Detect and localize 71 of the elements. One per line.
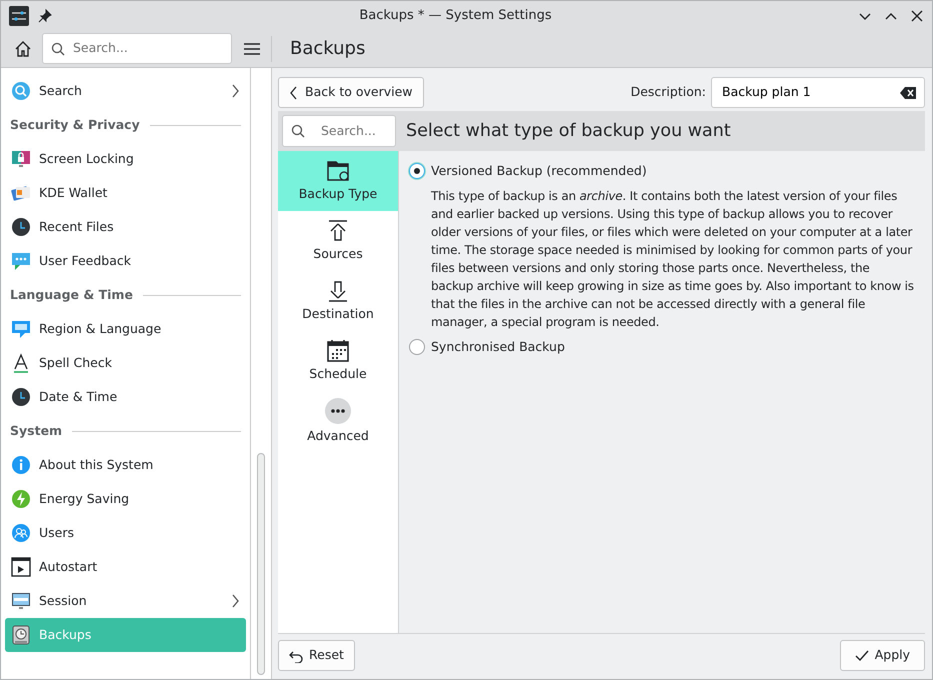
monitor-icon: [11, 591, 31, 611]
option-label[interactable]: Synchronised Backup: [431, 338, 565, 356]
option-label[interactable]: Versioned Backup (recommended): [431, 162, 647, 180]
sidebar-item[interactable]: KDE Wallet: [5, 176, 246, 210]
step-tab[interactable]: Sources: [278, 211, 398, 271]
sidebar-item[interactable]: Date & Time: [5, 380, 246, 414]
more-icon: [324, 396, 352, 425]
step-tab[interactable]: Schedule: [278, 331, 398, 391]
download-icon: [326, 278, 350, 303]
users-icon: [11, 523, 31, 543]
monitor-lock-icon: [11, 149, 31, 169]
chevron-left-icon: [289, 86, 299, 100]
sidebar-item[interactable]: Region & Language: [5, 312, 246, 346]
lightning-icon: [11, 489, 31, 509]
search-icon: [11, 81, 31, 101]
checkmark-icon: [854, 648, 869, 662]
description-field[interactable]: Backup plan 1: [711, 77, 925, 108]
step-tab[interactable]: Destination: [278, 271, 398, 331]
apply-button[interactable]: Apply: [840, 640, 925, 671]
speech-bubble-icon: [11, 319, 31, 339]
step-tab[interactable]: Advanced: [278, 391, 398, 451]
section-title: Select what type of backup you want: [406, 120, 731, 143]
page-title: Backups: [290, 37, 366, 61]
radio-button[interactable]: [409, 163, 425, 179]
description-label: Description:: [630, 83, 706, 102]
sidebar-item[interactable]: Autostart: [5, 550, 246, 584]
pin-icon[interactable]: [37, 8, 53, 24]
sidebar-item[interactable]: Search: [5, 74, 246, 108]
folder-icon: [326, 158, 350, 183]
back-button[interactable]: Back to overview: [278, 77, 424, 108]
option-description: This type of backup is an archive. It contains both the latest version of your files and earlier backed up versions. Using this type of backup allows you to recover older versions of your files, or files which were deleted on your computer at a later time. The storage space needed is minimised by looking for common parts of your files between versions and only storing those parts once. Nevertheless, the backup archive will keep growing in size as time goes by. Also important to know is that the files in the archive can not be accessed directly with a general file manager, a special program is needed.: [431, 188, 915, 331]
clock-icon: [11, 387, 31, 407]
search-field[interactable]: Search...: [42, 33, 232, 64]
window-title: Backups * — System Settings: [358, 6, 553, 25]
app-icon: [9, 6, 29, 26]
clear-icon[interactable]: [900, 86, 916, 98]
info-icon: [11, 455, 31, 475]
sidebar-item[interactable]: Recent Files: [5, 210, 246, 244]
menu-icon[interactable]: [243, 40, 261, 56]
section-heading: Language & Time: [10, 286, 133, 304]
disk-clock-icon: [11, 625, 31, 645]
home-icon[interactable]: [14, 40, 32, 58]
chevron-right-icon: [230, 594, 240, 608]
description-input[interactable]: Backup plan 1: [720, 82, 894, 103]
search-input[interactable]: Search...: [319, 120, 387, 142]
reset-button[interactable]: Reset: [278, 640, 355, 671]
sidebar-item[interactable]: About this System: [5, 448, 246, 482]
search-icon: [51, 42, 65, 56]
search-input[interactable]: Search...: [71, 38, 223, 59]
sidebar-item[interactable]: Users: [5, 516, 246, 550]
sidebar-item[interactable]: Energy Saving: [5, 482, 246, 516]
chevron-right-icon: [230, 84, 240, 98]
section-heading: System: [10, 422, 62, 440]
close-icon[interactable]: [910, 8, 924, 22]
calendar-icon: [326, 338, 350, 363]
undo-icon: [289, 648, 303, 662]
letter-underline-icon: [11, 353, 31, 373]
sidebar-item[interactable]: Session: [5, 584, 246, 618]
sidebar-item[interactable]: Screen Locking: [5, 142, 246, 176]
step-tab[interactable]: Backup Type: [278, 151, 398, 211]
sidebar-item[interactable]: User Feedback: [5, 244, 246, 278]
scrollbar-thumb[interactable]: [257, 453, 265, 675]
clock-icon: [11, 217, 31, 237]
upload-icon: [326, 218, 350, 243]
search-field[interactable]: Search...: [282, 115, 396, 147]
sidebar-item[interactable]: Spell Check: [5, 346, 246, 380]
search-icon: [291, 124, 305, 138]
chat-bubble-icon: [11, 251, 31, 271]
section-heading: Security & Privacy: [10, 116, 140, 134]
window-play-icon: [11, 557, 31, 577]
radio-button[interactable]: [409, 339, 425, 355]
